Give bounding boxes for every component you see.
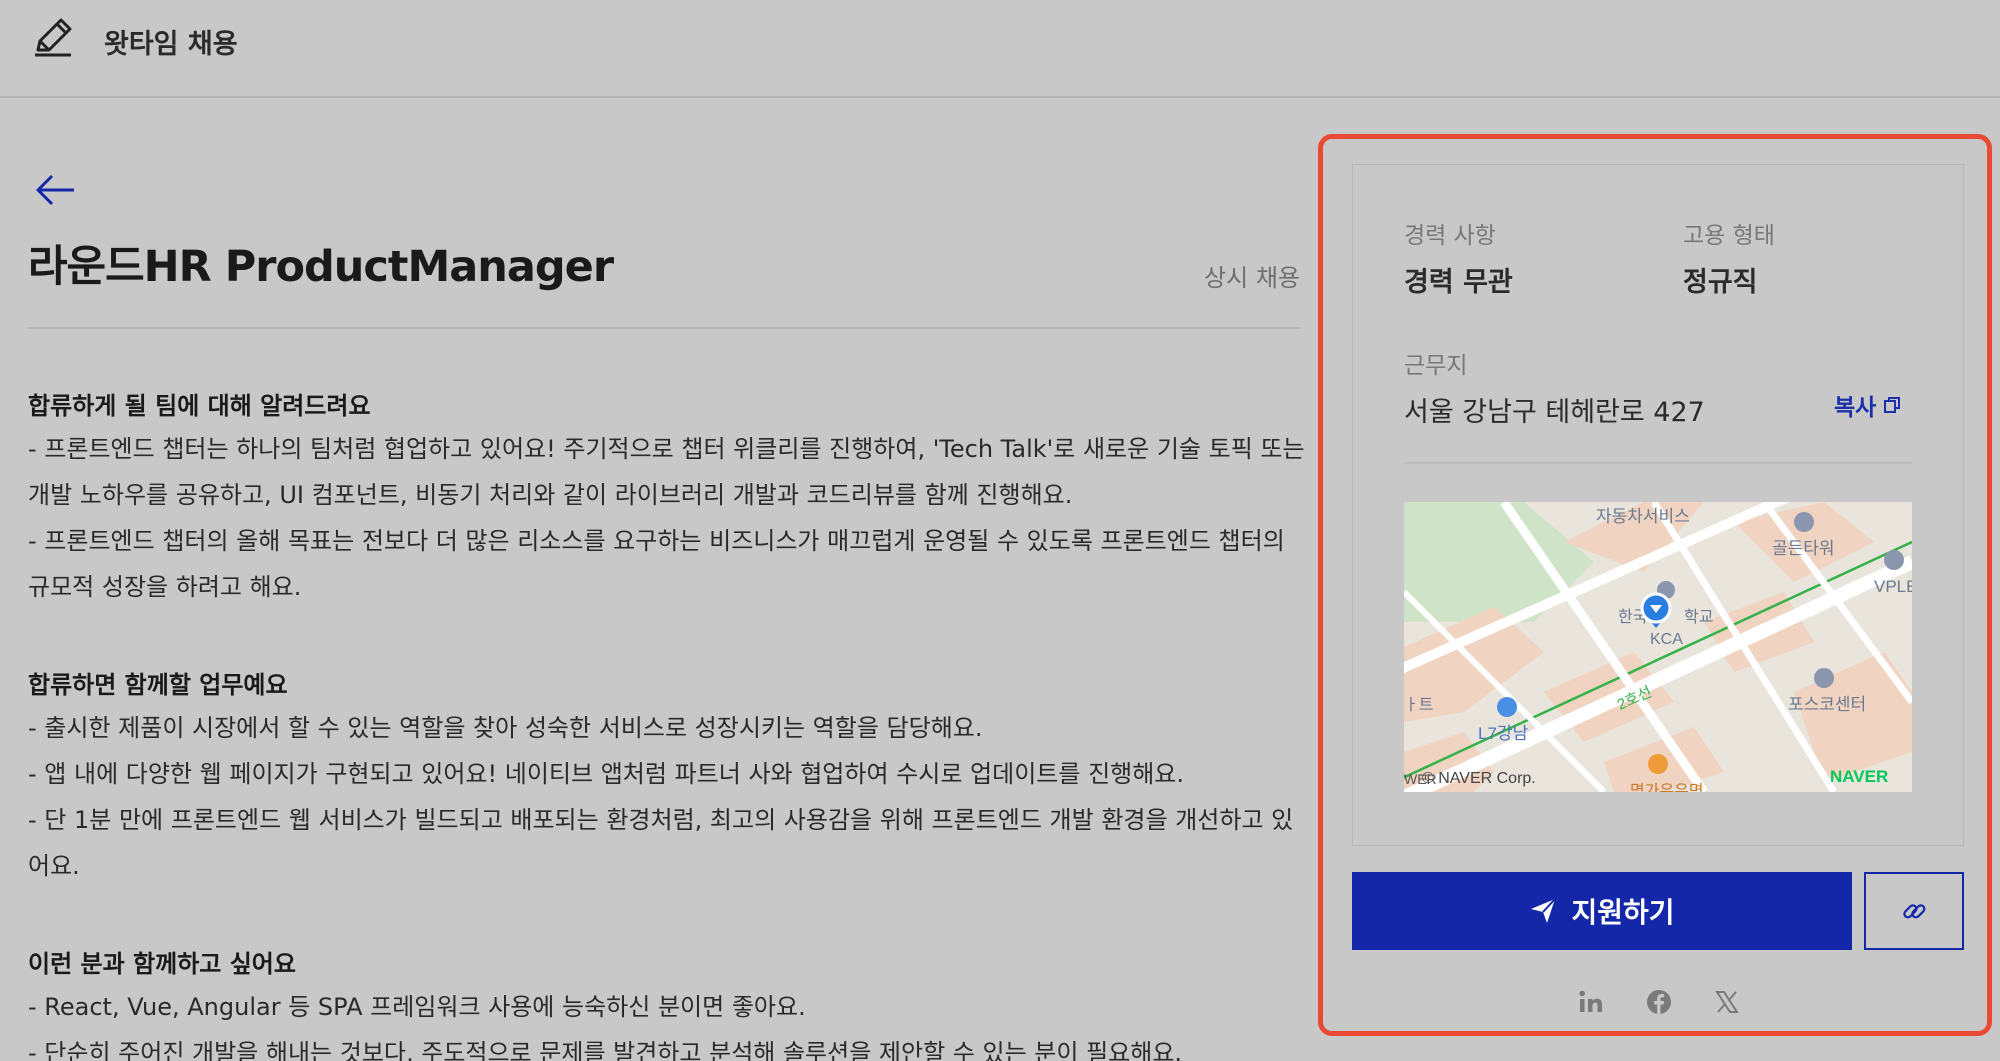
employment-value: 정규직 [1683, 267, 1758, 298]
apply-label: 지원하기 [1571, 896, 1675, 929]
text-line: - 단 1분 만에 프론트엔드 웹 서비스가 빌드되고 배포되는 환경처럼, 최… [28, 806, 1294, 834]
copy-label: 복사 [1834, 395, 1877, 421]
x-icon[interactable] [1711, 986, 1743, 1018]
text-line: - React, Vue, Angular 등 SPA 프레임워크 사용에 능숙… [28, 993, 806, 1021]
text-line: 개발 노하우를 공유하고, UI 컴포넌트, 비동기 처리와 같이 라이브러리 … [28, 481, 1073, 509]
map-label: ㅏ트 [1404, 696, 1433, 714]
link-icon [1903, 904, 1926, 919]
map-label: KCA [1650, 631, 1683, 648]
location-map[interactable]: 자동차서비스 골든타워 VPLE 한국 학교 KCA 2호선 포스코센터 L7강… [1404, 502, 1912, 792]
location-value: 서울 강남구 테헤란로 427 [1404, 397, 1705, 428]
section-text: - 프론트엔드 챕터는 하나의 팀처럼 협업하고 있어요! 주기적으로 챕터 위… [28, 426, 1308, 610]
text-line: 규모적 성장을 하려고 해요. [28, 573, 302, 601]
copy-address-button[interactable]: 복사 [1834, 388, 1902, 422]
divider [28, 327, 1300, 329]
top-bar: 왓타임 채용 [0, 0, 2000, 98]
map-label: 학교 [1684, 608, 1713, 626]
section-heading: 합류하게 될 팀에 대해 알려드려요 [28, 392, 371, 420]
naver-logo: NAVER [1830, 767, 1888, 786]
text-line: - 프론트엔드 챕터의 올해 목표는 전보다 더 많은 리소스를 요구하는 비즈… [28, 527, 1285, 555]
employment-label: 고용 형태 [1683, 223, 1775, 249]
linkedin-icon[interactable] [1575, 986, 1607, 1018]
text-line: - 프론트엔드 챕터는 하나의 팀처럼 협업하고 있어요! 주기적으로 챕터 위… [28, 435, 1305, 463]
map-label: 자동차서비스 [1596, 507, 1690, 526]
section-text: - React, Vue, Angular 등 SPA 프레임워크 사용에 능숙… [28, 984, 1308, 1061]
map-label: L7강남 [1478, 724, 1529, 743]
divider [1404, 462, 1912, 464]
text-line: - 앱 내에 다양한 웹 페이지가 구현되고 있어요! 네이티브 앱처럼 파트너… [28, 760, 1185, 788]
map-label: 명가유유면 [1630, 782, 1704, 792]
career-label: 경력 사항 [1404, 223, 1496, 249]
copy-icon [1884, 397, 1901, 413]
text-line: - 단순히 주어진 개발을 해내는 것보다, 주도적으로 문제를 발견하고 분석… [28, 1039, 1183, 1061]
pencil-icon [35, 18, 72, 57]
career-value: 경력 무관 [1404, 267, 1513, 298]
brand-name[interactable]: 왓타임 채용 [104, 22, 238, 61]
section-heading: 이런 분과 함께하고 싶어요 [28, 950, 296, 978]
map-canvas: 자동차서비스 골든타워 VPLE 한국 학교 KCA 2호선 포스코센터 L7강… [1404, 502, 1912, 792]
facebook-icon[interactable] [1643, 986, 1675, 1018]
section-heading: 합류하면 함께할 업무예요 [28, 671, 288, 699]
map-label: VPLE [1874, 577, 1912, 596]
paper-plane-icon [1531, 898, 1557, 923]
map-copyright: © NAVER Corp. [1422, 770, 1536, 787]
copy-link-button[interactable] [1864, 872, 1964, 950]
map-label: 포스코센터 [1788, 695, 1866, 714]
location-label: 근무지 [1404, 353, 1468, 379]
apply-button[interactable]: 지원하기 [1352, 872, 1852, 950]
arrow-left-icon[interactable] [34, 172, 76, 208]
text-line: 어요. [28, 852, 80, 880]
map-label: 골든타워 [1772, 539, 1835, 558]
text-line: - 출시한 제품이 시장에서 할 수 있는 역할을 찾아 성숙한 서비스로 성장… [28, 714, 983, 742]
job-title: 라운드HR ProductManager [28, 242, 614, 292]
hire-type-badge: 상시 채용 [1204, 264, 1300, 292]
section-text: - 출시한 제품이 시장에서 할 수 있는 역할을 찾아 성숙한 서비스로 성장… [28, 705, 1308, 889]
